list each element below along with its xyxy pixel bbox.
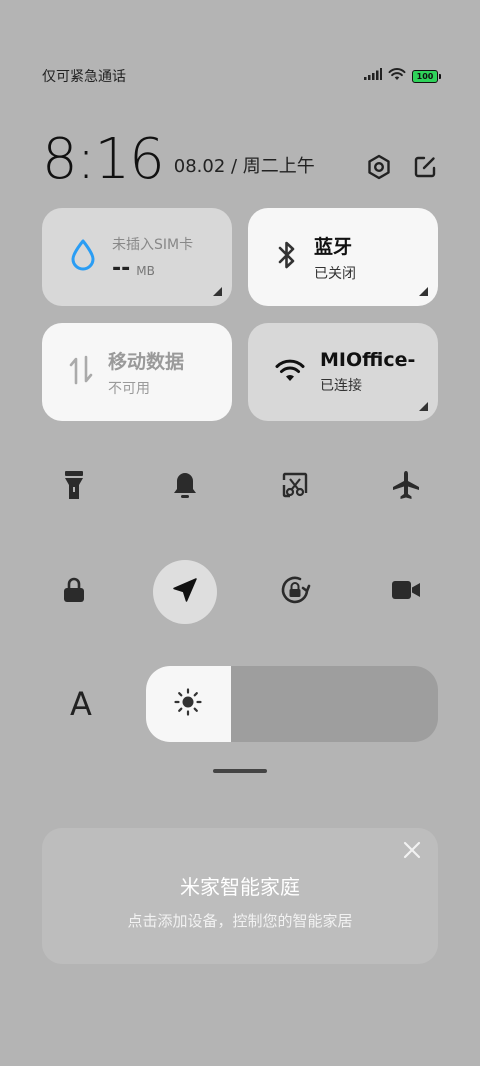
bluetooth-title: 蓝牙: [314, 235, 353, 258]
brightness-slider-fill: [146, 666, 231, 742]
airplane-icon: [390, 469, 422, 505]
clock-date: 08.02 / 周二上午: [173, 156, 315, 177]
wifi-network-name: MIOffice-: [320, 349, 416, 371]
brightness-icon: [173, 687, 203, 721]
rotation-lock-toggle[interactable]: [263, 560, 327, 624]
flashlight-icon: [63, 469, 85, 505]
mobile-data-icon: [68, 353, 94, 391]
bluetooth-status: 已关闭: [314, 265, 356, 282]
screenshot-icon: [281, 471, 309, 503]
status-icons: 100: [364, 67, 441, 85]
clock-row: 8:16 08.02 / 周二上午: [42, 118, 438, 188]
expand-corner-icon: [213, 287, 222, 296]
wifi-icon: [274, 357, 306, 387]
video-icon: [391, 579, 421, 605]
flashlight-toggle[interactable]: [42, 455, 106, 519]
wifi-tile[interactable]: MIOffice- 已连接: [248, 323, 438, 421]
lock-screen-toggle[interactable]: [42, 560, 106, 624]
signal-icon: [364, 68, 382, 84]
data-usage-unit: MB: [136, 263, 155, 278]
mobile-data-status: 不可用: [108, 380, 150, 397]
brightness-row: A: [42, 666, 438, 742]
screen-record-toggle[interactable]: [374, 560, 438, 624]
panel-handle-bar[interactable]: [213, 769, 267, 773]
toggle-row-1: [42, 455, 438, 519]
smart-home-card[interactable]: 米家智能家庭 点击添加设备，控制您的智能家居: [42, 828, 438, 964]
close-icon[interactable]: [402, 840, 422, 860]
data-usage-value: --: [112, 255, 131, 281]
battery-icon: 100: [412, 69, 441, 83]
edit-icon[interactable]: [412, 154, 438, 180]
lock-icon: [61, 576, 87, 608]
silent-toggle[interactable]: [153, 455, 217, 519]
smart-home-description: 点击添加设备，控制您的智能家居: [127, 912, 353, 930]
location-toggle[interactable]: [152, 560, 217, 624]
font-size-button[interactable]: A: [42, 666, 120, 742]
mobile-data-tile[interactable]: 移动数据 不可用: [42, 323, 232, 421]
mobile-data-title: 移动数据: [108, 350, 185, 373]
clock-time: 8:16: [42, 127, 165, 192]
bell-icon: [171, 470, 199, 504]
screenshot-toggle[interactable]: [263, 455, 327, 519]
bluetooth-icon: [274, 238, 300, 276]
smart-home-title: 米家智能家庭: [180, 875, 300, 899]
clock-actions: [366, 154, 438, 180]
sim-status-label: 未插入SIM卡: [112, 236, 194, 253]
location-icon: [171, 576, 199, 608]
water-drop-icon: [68, 238, 98, 276]
rotation-lock-icon: [278, 573, 312, 611]
wifi-status: 已连接: [320, 378, 362, 394]
bluetooth-tile[interactable]: 蓝牙 已关闭: [248, 208, 438, 306]
sim-data-tile[interactable]: 未插入SIM卡 -- MB: [42, 208, 232, 306]
brightness-slider[interactable]: [146, 666, 438, 742]
wifi-icon: [388, 67, 406, 85]
expand-corner-icon: [419, 402, 428, 411]
toggle-row-2: [42, 560, 438, 624]
settings-icon[interactable]: [366, 154, 392, 180]
carrier-text: 仅可紧急通话: [42, 69, 126, 85]
status-bar: 仅可紧急通话 100: [42, 64, 441, 88]
expand-corner-icon: [419, 287, 428, 296]
airplane-toggle[interactable]: [374, 455, 438, 519]
